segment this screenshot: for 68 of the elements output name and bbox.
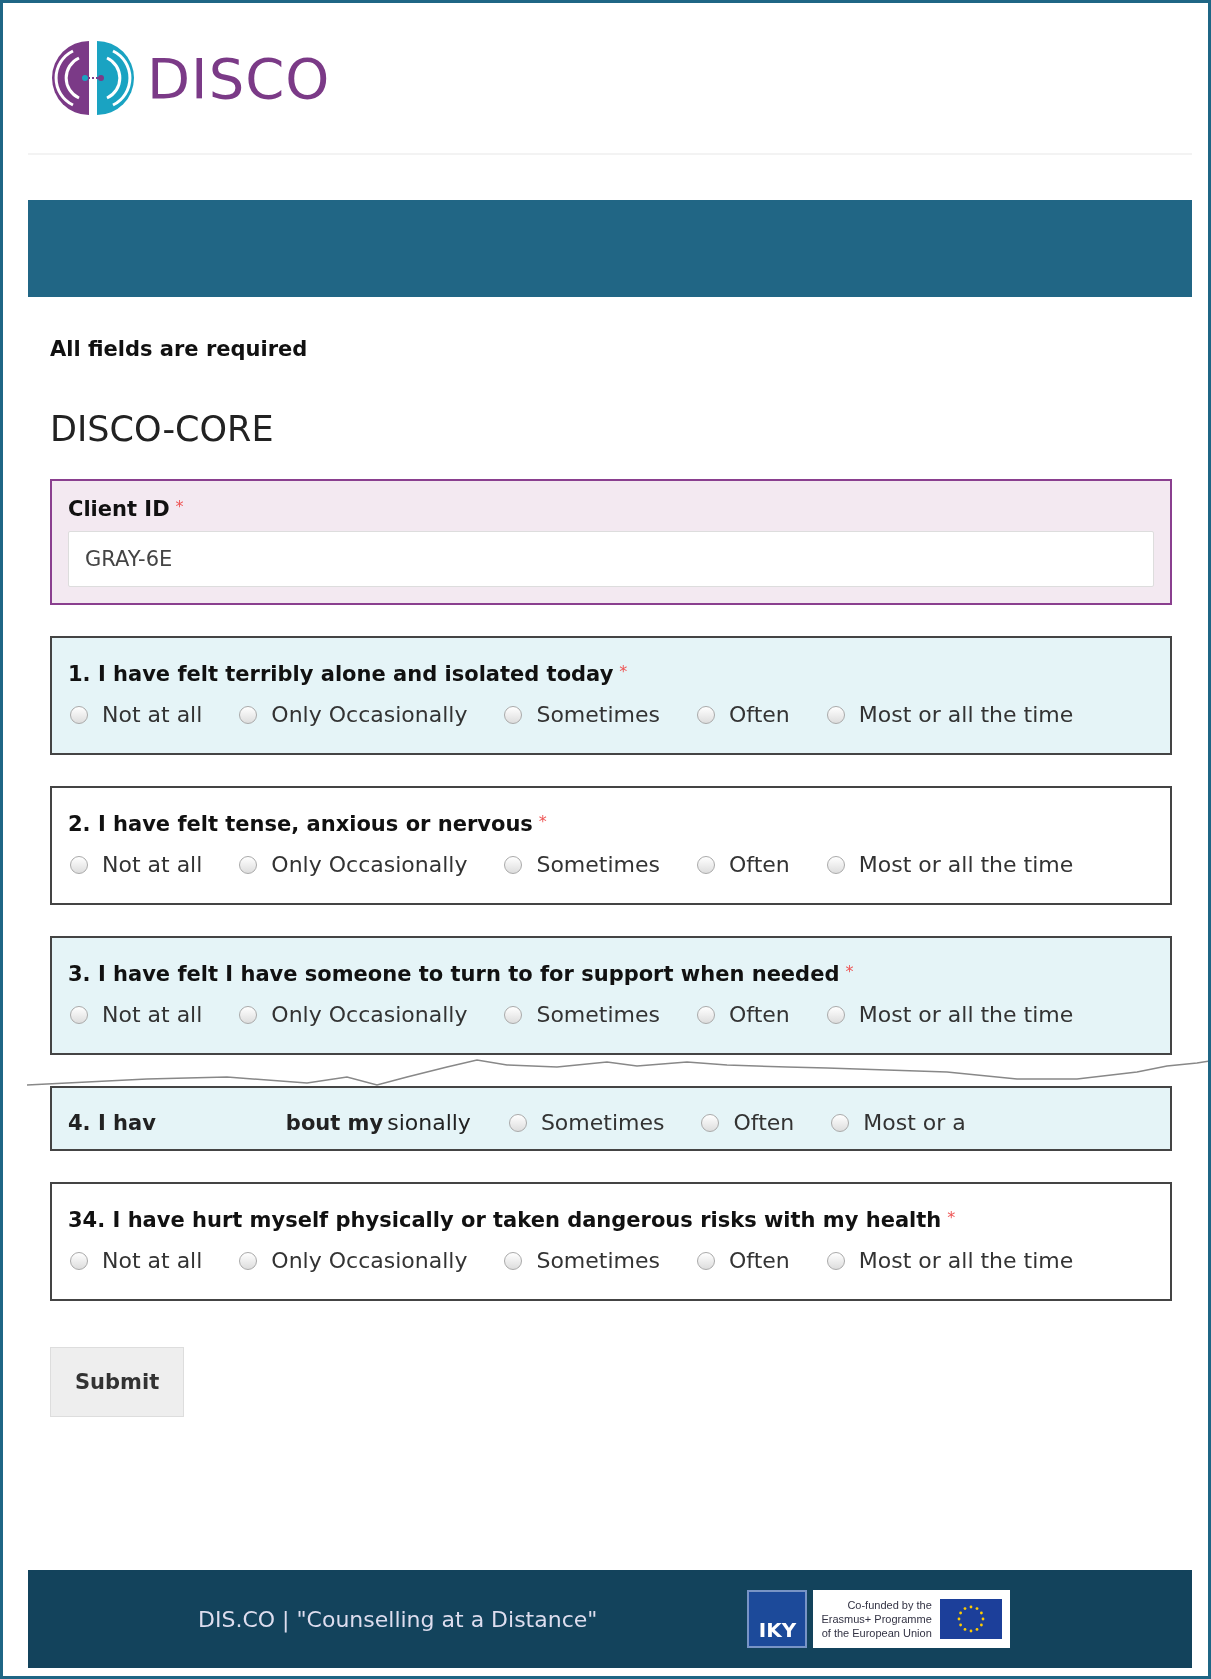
radio-option[interactable]: Not at all [68, 852, 203, 877]
required-mark: * [175, 497, 184, 516]
radio-button[interactable] [239, 855, 258, 874]
radio-button[interactable] [70, 1251, 88, 1270]
question-text: 1. I have felt terribly alone and isolated today [68, 662, 614, 686]
radio-option[interactable]: Not at all [68, 702, 203, 727]
radio-option[interactable]: Most or all the time [824, 1248, 1074, 1273]
radio-option[interactable]: Sometimes [502, 1248, 660, 1273]
radio-button[interactable] [504, 855, 523, 874]
iky-logo: IKY [747, 1590, 808, 1648]
eu-flag-icon [939, 1599, 1002, 1639]
radio-button[interactable] [697, 1005, 715, 1024]
radio-option[interactable]: Often [699, 1110, 795, 1135]
radio-option[interactable]: Sometimes [506, 1110, 665, 1135]
radio-option[interactable]: Not at all [68, 1248, 203, 1273]
radio-button[interactable] [826, 855, 845, 874]
required-mark: * [947, 1208, 956, 1227]
radio-option[interactable]: Only Occasionally [237, 852, 468, 877]
required-mark: * [845, 962, 854, 981]
radio-button[interactable] [697, 705, 715, 724]
radio-option[interactable]: Not at all [68, 1002, 203, 1027]
radio-button[interactable] [826, 1005, 845, 1024]
torn-text: bout my [285, 1110, 384, 1135]
radio-button[interactable] [239, 1005, 258, 1024]
question-text: 3. I have felt I have someone to turn to for support when needed [68, 962, 840, 986]
radio-option[interactable]: Only Occasionally [237, 702, 468, 727]
required-note: All fields are required [50, 337, 309, 361]
radio-option[interactable]: Most or all the time [824, 852, 1074, 877]
radio-button[interactable] [697, 855, 715, 874]
radio-option[interactable]: Most or a [829, 1110, 966, 1135]
submit-button[interactable]: Submit [50, 1347, 185, 1417]
radio-option[interactable]: Sometimes [502, 702, 660, 727]
radio-option[interactable]: Sometimes [502, 852, 660, 877]
radio-button[interactable] [504, 1005, 523, 1024]
footer-text: DIS.CO | "Counselling at a Distance" [198, 1606, 598, 1632]
radio-button[interactable] [70, 705, 88, 724]
radio-option[interactable]: Only Occasionally [237, 1002, 468, 1027]
question-text: 34. I have hurt myself physically or taken dangerous risks with my health [68, 1208, 942, 1232]
radio-option[interactable]: Often [695, 1002, 790, 1027]
radio-button[interactable] [826, 1251, 845, 1270]
required-mark: * [538, 812, 547, 831]
radio-button[interactable] [826, 705, 845, 724]
radio-button[interactable] [504, 1251, 523, 1270]
radio-button[interactable] [701, 1113, 720, 1132]
radio-option[interactable]: Only Occasionally [237, 1248, 468, 1273]
radio-button[interactable] [239, 1251, 258, 1270]
required-mark: * [619, 662, 628, 681]
radio-button[interactable] [239, 705, 258, 724]
radio-button[interactable] [831, 1113, 850, 1132]
radio-button[interactable] [70, 1005, 88, 1024]
radio-option[interactable]: Often [695, 1248, 790, 1273]
radio-option[interactable]: Most or all the time [824, 1002, 1074, 1027]
torn-text: sionally [387, 1110, 471, 1135]
brand-name: DISCO [147, 45, 331, 111]
radio-button[interactable] [504, 705, 523, 724]
form-title: DISCO-CORE [50, 409, 275, 449]
radio-option[interactable]: Sometimes [502, 1002, 660, 1027]
field-label: Client ID [68, 497, 170, 521]
radio-button[interactable] [697, 1251, 715, 1270]
torn-text: 4. I hav [68, 1110, 156, 1135]
client-id-field[interactable]: GRAY-6E [68, 531, 1154, 587]
radio-option[interactable]: Often [695, 852, 790, 877]
radio-option[interactable]: Most or all the time [824, 702, 1074, 727]
radio-option[interactable]: Often [695, 702, 790, 727]
radio-button[interactable] [70, 855, 88, 874]
question-text: 2. I have felt tense, anxious or nervous [68, 812, 533, 836]
eu-funding-text: Co-funded by the Erasmus+ Programme of the European Union [821, 1598, 932, 1640]
radio-button[interactable] [508, 1113, 527, 1132]
